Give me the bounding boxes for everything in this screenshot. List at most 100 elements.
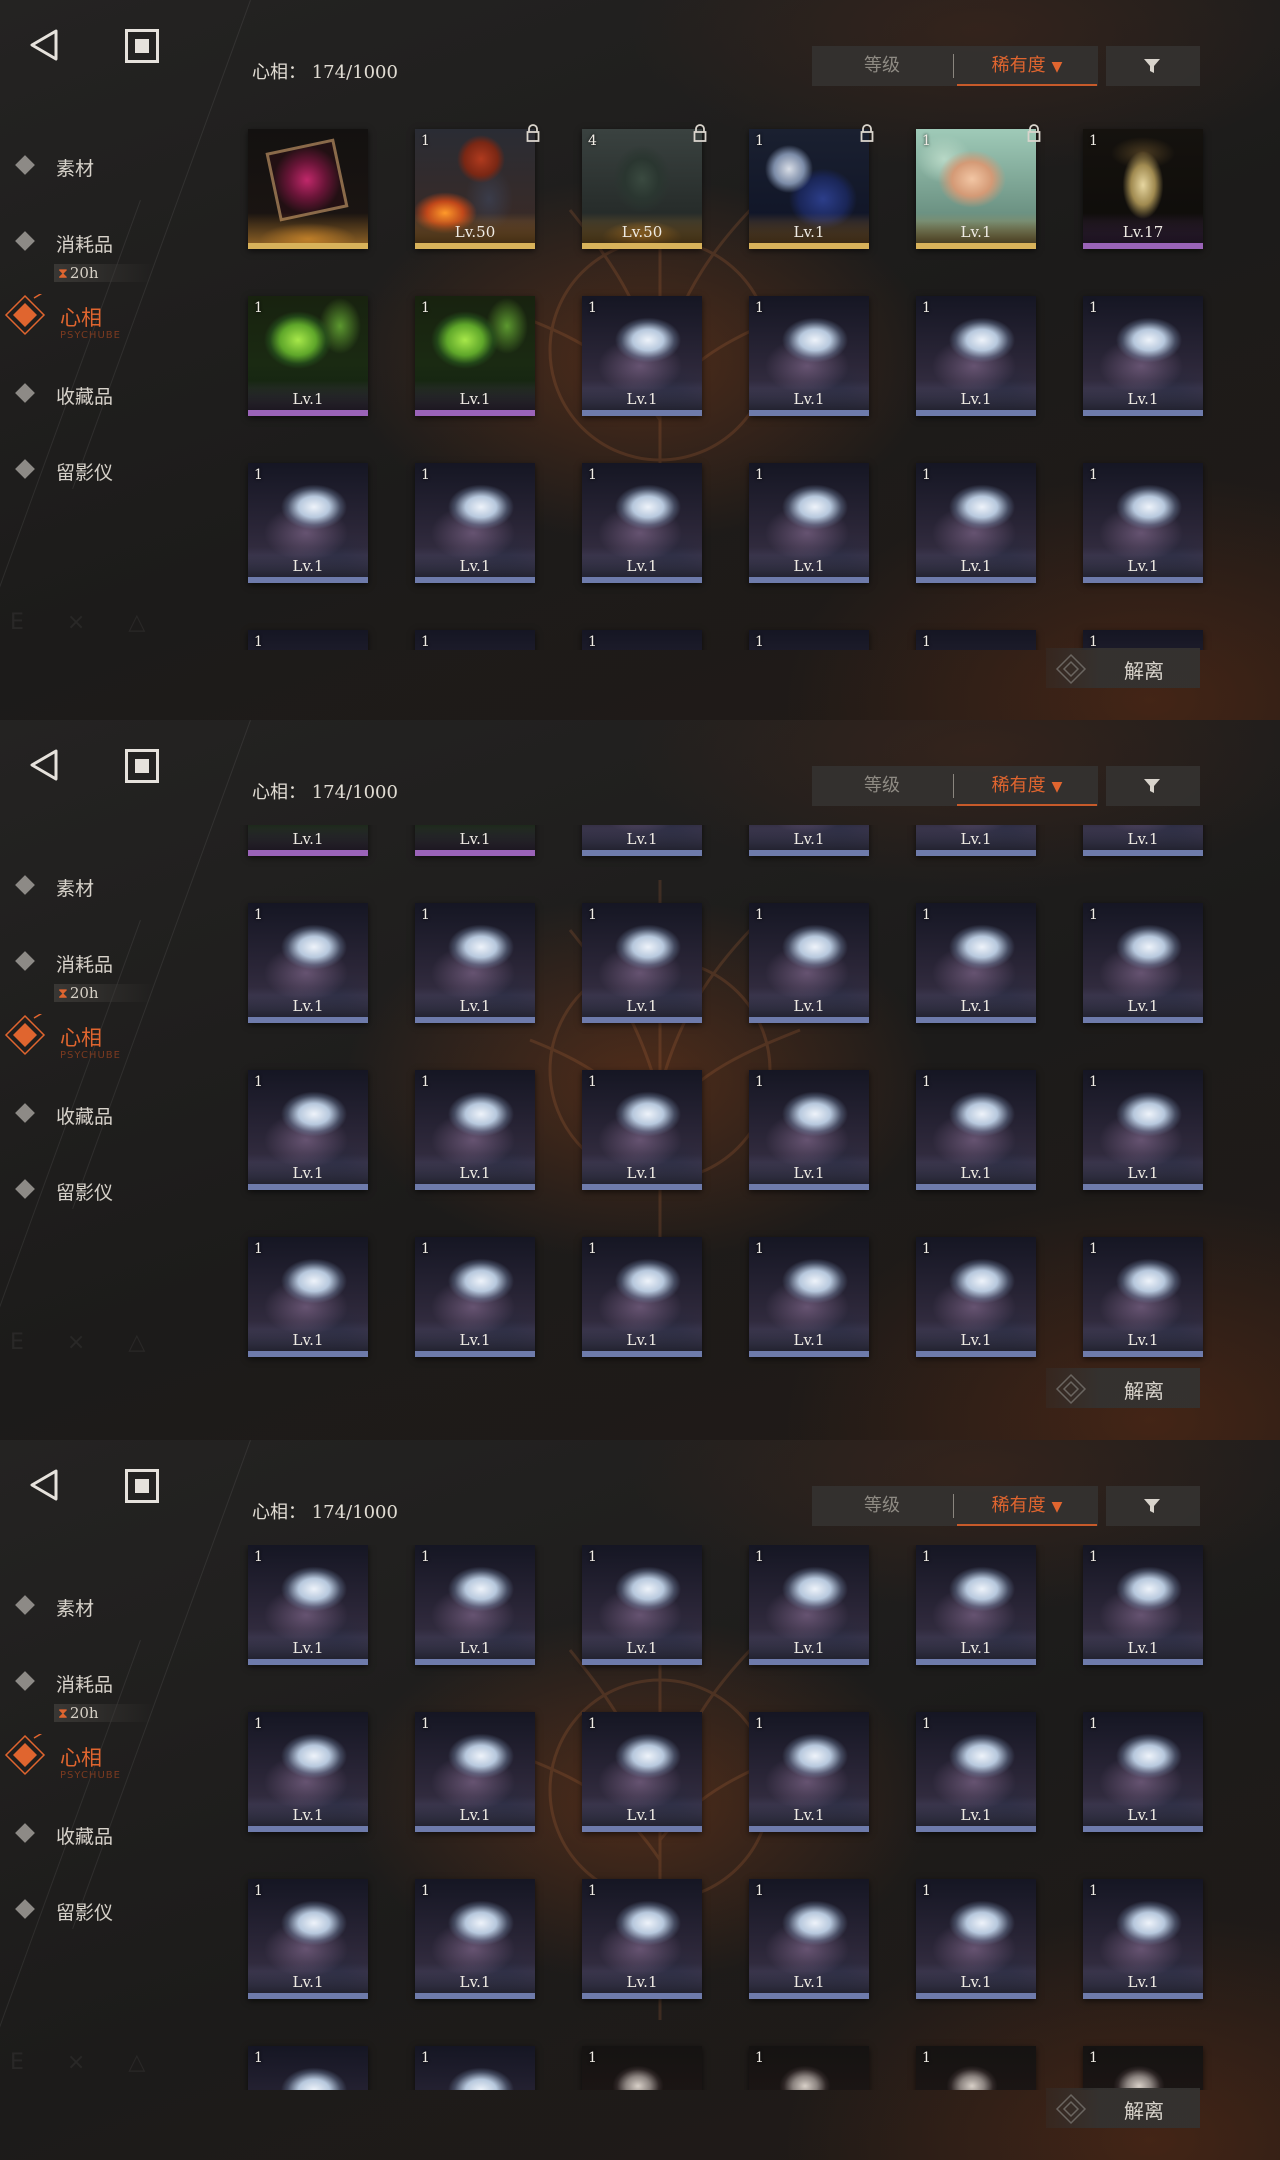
lock-icon[interactable]	[525, 123, 541, 143]
psychube-card[interactable]: 1 Lv.1	[582, 463, 702, 583]
psychube-card[interactable]: 1 Lv.1	[248, 1545, 368, 1665]
psychube-card[interactable]: 1	[248, 2046, 368, 2090]
back-button[interactable]	[28, 1468, 62, 1502]
filter-button[interactable]	[1106, 766, 1200, 806]
psychube-card[interactable]: 1 Lv.1	[415, 463, 535, 583]
psychube-card[interactable]: 1	[749, 2046, 869, 2090]
home-button[interactable]	[124, 1468, 160, 1504]
home-button[interactable]	[124, 748, 160, 784]
sidebar-item-recorder[interactable]: 留影仪	[14, 452, 184, 492]
psychube-card[interactable]: 1 Lv.1	[749, 1712, 869, 1832]
sidebar-item-materials[interactable]: 素材	[14, 868, 184, 908]
sort-by-rarity-button[interactable]: 稀有度 ▼	[957, 46, 1097, 86]
dissolve-button[interactable]: 解离	[1046, 2088, 1200, 2128]
psychube-card[interactable]: 1 Lv.1	[1083, 296, 1203, 416]
sidebar-item-collectibles[interactable]: 收藏品	[14, 1816, 184, 1856]
psychube-card[interactable]: 1 Lv.1	[248, 296, 368, 416]
psychube-card[interactable]: 1	[1083, 630, 1203, 650]
sort-by-level-button[interactable]: 等级	[812, 1486, 952, 1526]
psychube-card[interactable]: 1 Lv.1	[916, 1545, 1036, 1665]
psychube-card[interactable]: 1 Lv.1	[1083, 1879, 1203, 1999]
sort-by-level-button[interactable]: 等级	[812, 766, 952, 806]
psychube-card[interactable]: 1 Lv.1	[248, 1237, 368, 1357]
psychube-card[interactable]: Lv.1	[248, 825, 368, 856]
psychube-card[interactable]: Lv.1	[1083, 825, 1203, 856]
psychube-card[interactable]: 1 Lv.1	[582, 1237, 702, 1357]
psychube-card[interactable]: 1 Lv.1	[749, 903, 869, 1023]
psychube-card[interactable]: 1 Lv.1	[415, 903, 535, 1023]
psychube-card[interactable]: Lv.1	[415, 825, 535, 856]
psychube-card[interactable]: 4 Lv.50	[582, 124, 707, 249]
psychube-card[interactable]: 1 Lv.1	[415, 1545, 535, 1665]
psychube-card[interactable]: 1 Lv.1	[582, 1712, 702, 1832]
psychube-card[interactable]: 1 Lv.1	[749, 463, 869, 583]
sidebar-item-materials[interactable]: 素材	[14, 148, 184, 188]
home-button[interactable]	[124, 28, 160, 64]
sort-by-rarity-button[interactable]: 稀有度 ▼	[957, 1486, 1097, 1526]
sort-by-rarity-button[interactable]: 稀有度 ▼	[957, 766, 1097, 806]
back-button[interactable]	[28, 28, 62, 62]
sidebar-item-collectibles[interactable]: 收藏品	[14, 1096, 184, 1136]
psychube-card[interactable]: Lv.1	[916, 825, 1036, 856]
psychube-card[interactable]: 1 Lv.1	[1083, 1712, 1203, 1832]
sidebar-item-collectibles[interactable]: 收藏品	[14, 376, 184, 416]
lock-icon[interactable]	[1026, 123, 1042, 143]
psychube-card[interactable]: 1 Lv.1	[248, 903, 368, 1023]
psychube-card[interactable]: 1	[415, 630, 535, 650]
psychube-card[interactable]: 1 Lv.1	[749, 1070, 869, 1190]
psychube-card[interactable]: 1 Lv.1	[415, 1879, 535, 1999]
dissolve-button[interactable]: 解离	[1046, 648, 1200, 688]
sidebar-item-psychube[interactable]: 心相 PSYCHUBE	[4, 1014, 184, 1061]
psychube-card[interactable]: 1 Lv.1	[248, 463, 368, 583]
sidebar-item-psychube[interactable]: 心相 PSYCHUBE	[4, 294, 184, 341]
psychube-card[interactable]: 1 Lv.1	[1083, 903, 1203, 1023]
psychube-card[interactable]: 1 Lv.1	[916, 1070, 1036, 1190]
psychube-card[interactable]: 1 Lv.1	[916, 1237, 1036, 1357]
psychube-card[interactable]: 1 Lv.1	[415, 1237, 535, 1357]
sort-by-level-button[interactable]: 等级	[812, 46, 952, 86]
psychube-card[interactable]: 1	[749, 630, 869, 650]
psychube-card[interactable]: 1 Lv.1	[916, 124, 1041, 249]
psychube-card[interactable]: 1 Lv.1	[916, 1879, 1036, 1999]
lock-icon[interactable]	[859, 123, 875, 143]
psychube-card[interactable]: 1 Lv.1	[749, 1545, 869, 1665]
psychube-card[interactable]: 1 Lv.1	[749, 1879, 869, 1999]
psychube-card[interactable]: 1	[415, 2046, 535, 2090]
psychube-card[interactable]: 1 Lv.1	[1083, 1070, 1203, 1190]
sidebar-item-recorder[interactable]: 留影仪	[14, 1892, 184, 1932]
psychube-card[interactable]: 1 Lv.17	[1083, 129, 1203, 249]
dissolve-button[interactable]: 解离	[1046, 1368, 1200, 1408]
psychube-card[interactable]: 1	[582, 630, 702, 650]
sidebar-item-consumables[interactable]: 消耗品	[14, 944, 184, 984]
filter-button[interactable]	[1106, 1486, 1200, 1526]
psychube-card[interactable]	[248, 129, 368, 249]
psychube-card[interactable]: Lv.1	[749, 825, 869, 856]
psychube-card[interactable]: 1 Lv.1	[415, 296, 535, 416]
psychube-card[interactable]: 1 Lv.1	[582, 1545, 702, 1665]
psychube-card[interactable]: 1 Lv.1	[415, 1070, 535, 1190]
filter-button[interactable]	[1106, 46, 1200, 86]
psychube-card[interactable]: 1 Lv.1	[749, 296, 869, 416]
psychube-card[interactable]: 1 Lv.1	[582, 903, 702, 1023]
psychube-card[interactable]: 1	[916, 2046, 1036, 2090]
psychube-card[interactable]: 1	[916, 630, 1036, 650]
psychube-card[interactable]: 1	[582, 2046, 702, 2090]
psychube-card[interactable]: 1 Lv.1	[749, 1237, 869, 1357]
lock-icon[interactable]	[692, 123, 708, 143]
psychube-card[interactable]: 1 Lv.1	[248, 1879, 368, 1999]
psychube-card[interactable]: 1 Lv.1	[916, 296, 1036, 416]
sidebar-item-psychube[interactable]: 心相 PSYCHUBE	[4, 1734, 184, 1781]
psychube-card[interactable]: 1 Lv.1	[582, 1070, 702, 1190]
psychube-card[interactable]: 1 Lv.1	[415, 1712, 535, 1832]
psychube-card[interactable]: 1 Lv.1	[1083, 1237, 1203, 1357]
psychube-card[interactable]: 1 Lv.1	[749, 124, 874, 249]
sidebar-item-consumables[interactable]: 消耗品	[14, 224, 184, 264]
psychube-card[interactable]: Lv.1	[582, 825, 702, 856]
back-button[interactable]	[28, 748, 62, 782]
sidebar-item-recorder[interactable]: 留影仪	[14, 1172, 184, 1212]
psychube-card[interactable]: 1	[248, 630, 368, 650]
psychube-card[interactable]: 1 Lv.1	[916, 463, 1036, 583]
psychube-card[interactable]: 1	[1083, 2046, 1203, 2090]
psychube-card[interactable]: 1 Lv.1	[916, 903, 1036, 1023]
psychube-card[interactable]: 1 Lv.1	[582, 296, 702, 416]
